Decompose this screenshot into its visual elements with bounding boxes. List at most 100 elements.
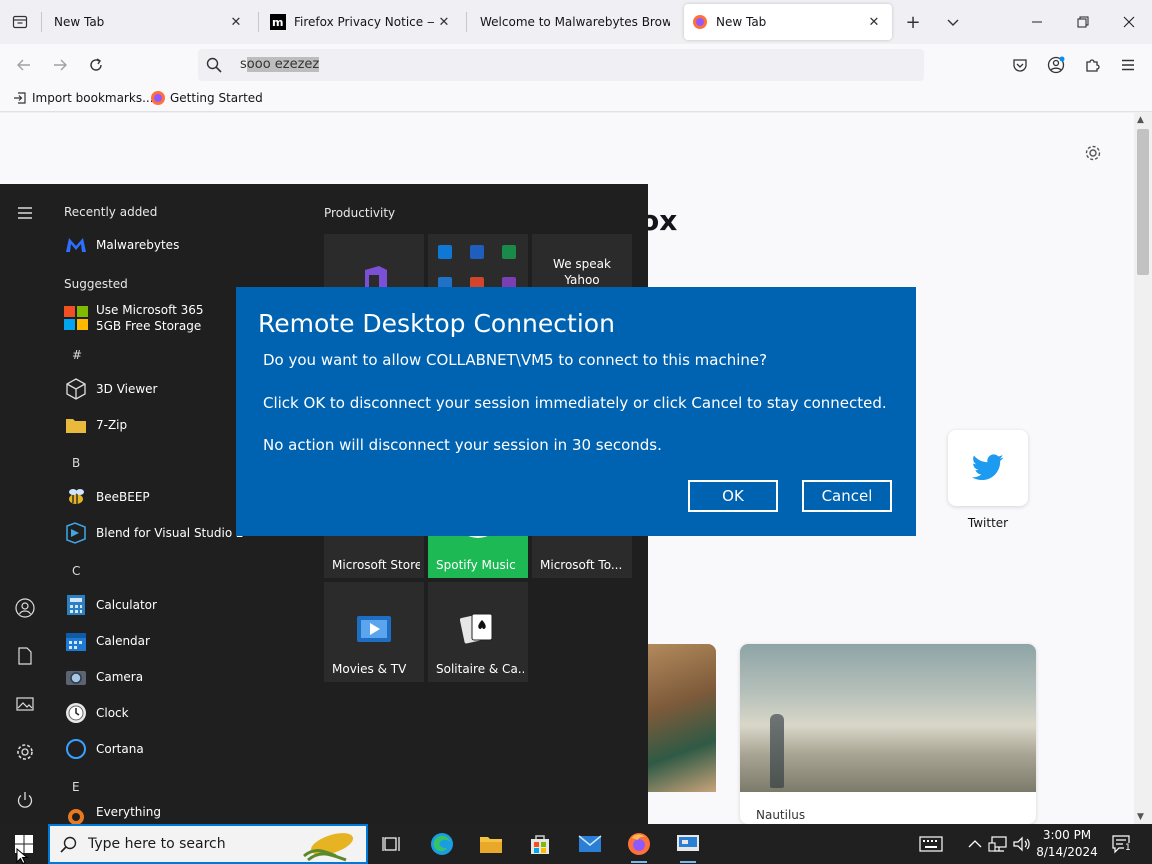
expand-menu-button[interactable] xyxy=(13,201,37,225)
dialog-instructions: Click OK to disconnect your session imme… xyxy=(263,394,887,412)
personalize-button[interactable] xyxy=(1084,144,1102,165)
user-account-button[interactable] xyxy=(13,596,37,620)
new-tab-button[interactable]: + xyxy=(901,10,925,34)
extensions-button[interactable] xyxy=(1077,50,1107,80)
svg-text:m: m xyxy=(272,16,283,29)
minimize-button[interactable] xyxy=(1014,0,1060,44)
clock[interactable]: 3:00 PM 8/14/2024 xyxy=(1032,827,1102,861)
group-letter-b[interactable]: B xyxy=(72,456,80,470)
taskbar-edge[interactable] xyxy=(422,828,462,860)
tile-movies-tv[interactable]: Movies & TV xyxy=(324,582,424,682)
settings-button[interactable] xyxy=(13,740,37,764)
story-thumbnail[interactable] xyxy=(648,644,716,792)
app-malwarebytes[interactable]: Malwarebytes xyxy=(64,229,179,261)
top-site-twitter[interactable] xyxy=(948,430,1028,506)
hamburger-menu-icon xyxy=(18,207,32,219)
story-card[interactable]: Nautilus xyxy=(740,644,1036,824)
app-label: Calendar xyxy=(96,634,150,648)
touch-keyboard-button[interactable] xyxy=(918,834,944,854)
forward-button[interactable] xyxy=(45,50,75,80)
tab-strip: New Tab ✕ m Firefox Privacy Notice — Mo … xyxy=(0,0,1152,44)
app-cortana[interactable]: Cortana xyxy=(64,733,144,765)
scroll-up-icon[interactable]: ▲ xyxy=(1137,115,1144,125)
folder-icon xyxy=(64,413,88,437)
tile-label: Solitaire & Ca... xyxy=(436,662,524,676)
volume-button[interactable] xyxy=(1012,834,1032,854)
app-7-zip[interactable]: 7-Zip xyxy=(64,409,127,441)
list-all-tabs-button[interactable] xyxy=(941,10,965,34)
taskbar-remote-desktop[interactable] xyxy=(668,828,708,863)
tab-malwarebytes[interactable]: Welcome to Malwarebytes Brow xyxy=(472,4,678,40)
mail-icon xyxy=(578,835,602,852)
group-letter-c[interactable]: C xyxy=(72,564,80,578)
bee-icon xyxy=(64,485,88,509)
app-clock[interactable]: Clock xyxy=(64,697,129,729)
app-label: Camera xyxy=(96,670,144,684)
group-letter-hash[interactable]: # xyxy=(72,348,82,362)
app-calendar[interactable]: Calendar xyxy=(64,625,150,657)
getting-started-link[interactable]: Getting Started xyxy=(150,90,263,106)
app-blend-visual-studio[interactable]: Blend for Visual Studio 2017 xyxy=(64,517,244,549)
network-icon xyxy=(988,836,1007,852)
import-icon xyxy=(12,90,28,106)
action-center-button[interactable]: 1 xyxy=(1110,834,1134,854)
documents-button[interactable] xyxy=(13,644,37,668)
ok-button[interactable]: OK xyxy=(688,480,778,512)
taskbar-search-box[interactable]: Type here to search xyxy=(48,824,368,864)
taskbar-firefox[interactable] xyxy=(619,828,659,863)
store-bag-icon xyxy=(531,835,549,854)
app-microsoft-365-suggestion[interactable]: Use Microsoft 365 5GB Free Storage xyxy=(64,301,204,335)
taskbar-file-explorer[interactable] xyxy=(471,828,511,860)
tile-solitaire[interactable]: Solitaire & Ca... xyxy=(428,582,528,682)
app-label: 7-Zip xyxy=(96,418,128,432)
reload-button[interactable] xyxy=(81,50,111,80)
scroll-down-icon[interactable]: ▼ xyxy=(1137,812,1144,822)
cancel-button[interactable]: Cancel xyxy=(802,480,892,512)
app-camera[interactable]: Camera xyxy=(64,661,143,693)
group-letter-e[interactable]: E xyxy=(72,780,80,794)
gear-icon xyxy=(17,744,33,760)
network-button[interactable] xyxy=(988,834,1008,854)
corn-illustration-icon xyxy=(303,833,354,862)
app-everything[interactable]: Everything xyxy=(64,805,161,824)
back-button[interactable] xyxy=(9,50,39,80)
restore-button[interactable] xyxy=(1060,0,1106,44)
puzzle-icon xyxy=(1086,59,1100,72)
power-button[interactable] xyxy=(13,788,37,812)
tab-new-tab-1[interactable]: New Tab ✕ xyxy=(46,4,254,40)
restore-icon xyxy=(1077,16,1089,28)
taskbar-mail[interactable] xyxy=(570,828,610,860)
taskbar-microsoft-store[interactable] xyxy=(520,828,560,860)
minimize-icon xyxy=(1032,21,1042,23)
document-icon xyxy=(18,647,32,665)
chevron-down-icon xyxy=(947,19,959,26)
chevron-up-icon xyxy=(968,840,982,848)
tab-title: Welcome to Malwarebytes Brow xyxy=(480,15,670,29)
back-arrow-icon xyxy=(17,59,30,71)
app-3d-viewer[interactable]: 3D Viewer xyxy=(64,373,157,405)
pictures-button[interactable] xyxy=(13,692,37,716)
url-input[interactable]: sooo ezezez xyxy=(240,57,320,72)
account-button[interactable] xyxy=(1041,50,1071,80)
url-bar[interactable]: sooo ezezez xyxy=(198,49,924,81)
firefox-view-button[interactable] xyxy=(4,6,36,38)
app-beebeep[interactable]: BeeBEEP xyxy=(64,481,150,513)
close-icon[interactable]: ✕ xyxy=(434,12,454,32)
import-bookmarks-link[interactable]: Import bookmarks... xyxy=(12,90,154,106)
close-icon[interactable]: ✕ xyxy=(226,12,246,32)
tile-label: Spotify Music xyxy=(436,558,516,572)
tab-new-tab-active[interactable]: New Tab ✕ xyxy=(684,4,892,40)
app-menu-button[interactable] xyxy=(1113,50,1143,80)
page-scrollbar[interactable]: ▲ ▼ xyxy=(1134,113,1152,824)
tab-privacy-notice[interactable]: m Firefox Privacy Notice — Mo ✕ xyxy=(262,4,462,40)
scrollbar-thumb[interactable] xyxy=(1137,129,1149,275)
pocket-button[interactable] xyxy=(1005,50,1035,80)
close-window-button[interactable] xyxy=(1106,0,1152,44)
show-hidden-icons-button[interactable] xyxy=(965,834,985,854)
task-view-button[interactable] xyxy=(372,828,412,860)
clock-icon xyxy=(64,701,88,725)
selected-text: ooo ezezez xyxy=(246,57,320,72)
close-icon[interactable]: ✕ xyxy=(864,12,884,32)
app-calculator[interactable]: Calculator xyxy=(64,589,157,621)
top-site-label: Twitter xyxy=(967,516,1009,530)
